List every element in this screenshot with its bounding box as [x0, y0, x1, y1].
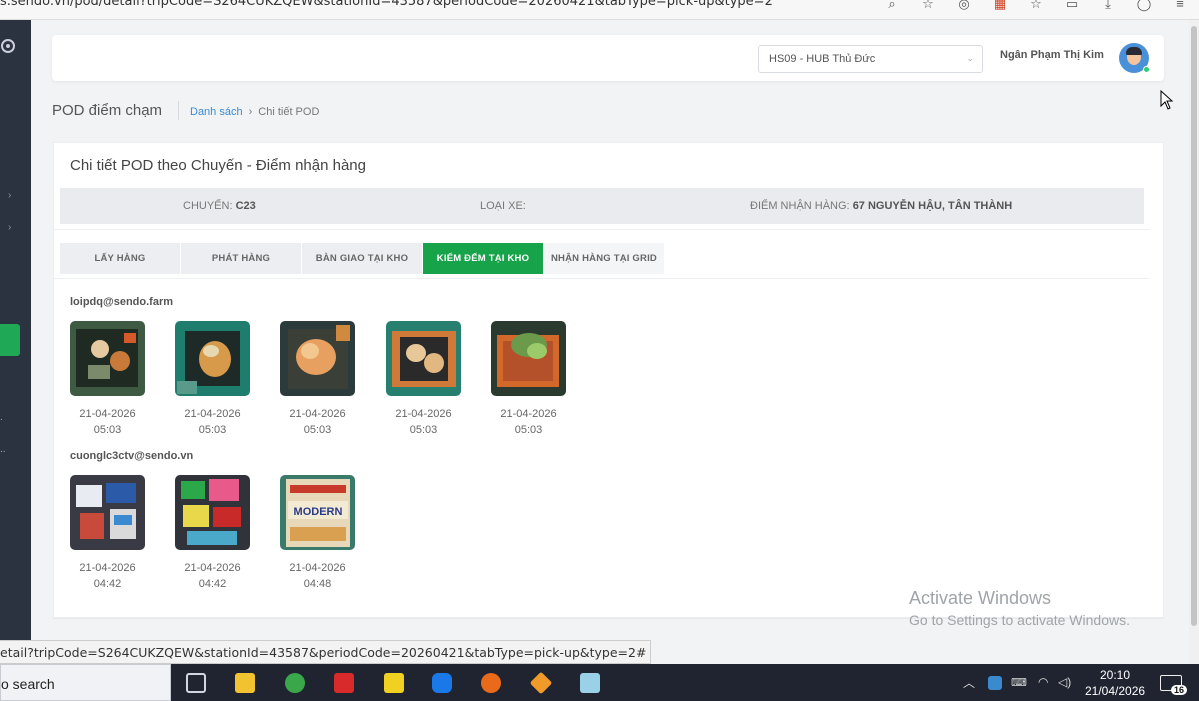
- pickup-info: ĐIỂM NHẬN HÀNG: 67 NGUYỄN HẬU, TÂN THÀNH: [750, 200, 1012, 212]
- pod-photo[interactable]: [280, 321, 355, 396]
- pod-photo[interactable]: [491, 321, 566, 396]
- sidebar-active-item[interactable]: [0, 324, 20, 356]
- user-name[interactable]: Ngân Phạm Thị Kim: [1000, 49, 1104, 61]
- pod-detail-card: Chi tiết POD theo Chuyến - Điểm nhận hàn…: [53, 142, 1164, 618]
- trip-label: CHUYẾN:: [183, 200, 233, 212]
- chevron-right-icon[interactable]: ›: [8, 190, 11, 201]
- online-status-dot: [1143, 66, 1150, 73]
- target-icon[interactable]: [1, 39, 15, 53]
- system-clock[interactable]: 20:10 21/04/2026: [1085, 667, 1145, 699]
- notepad-icon[interactable]: [580, 673, 600, 693]
- ime-icon[interactable]: ⌨: [1011, 676, 1027, 689]
- activate-windows-subtitle: Go to Settings to activate Windows.: [909, 612, 1130, 628]
- link-status-bar: etail?tripCode=S264CUKZQEW&stationId=435…: [0, 640, 652, 664]
- vehicle-info: LOẠI XE:: [480, 200, 526, 212]
- hub-select-value: HS09 - HUB Thủ Đức: [769, 53, 876, 65]
- photo-timestamp: 21-04-2026 04:48: [289, 562, 346, 590]
- photo-timestamp: 21-04-2026 05:03: [289, 408, 346, 436]
- clock-time: 20:10: [1099, 668, 1131, 682]
- notification-count: 16: [1170, 685, 1187, 695]
- chevron-right-icon[interactable]: ›: [8, 222, 11, 233]
- pickup-label: ĐIỂM NHẬN HÀNG:: [750, 200, 850, 212]
- breadcrumb-divider: [178, 101, 179, 120]
- photo-timestamp: 21-04-2026 04:42: [184, 562, 241, 590]
- notification-icon[interactable]: 16: [1160, 675, 1187, 695]
- page-title: POD điểm chạm: [52, 102, 163, 119]
- sidebar-dots: ..: [0, 444, 6, 455]
- svg-text:MODERN: MODERN: [294, 506, 343, 518]
- tab-ban-giao-tai-kho[interactable]: BÀN GIAO TẠI KHO: [302, 243, 422, 274]
- chevron-up-icon[interactable]: ︿: [963, 674, 975, 691]
- profile-icon[interactable]: ◯: [1133, 0, 1155, 10]
- tab-nhan-hang-tai-grid[interactable]: NHẬN HÀNG TẠI GRID: [544, 243, 664, 274]
- sidebar-dot: .: [0, 412, 3, 423]
- trip-info-bar: CHUYẾN: C23 LOẠI XE: ĐIỂM NHẬN HÀNG: 67 …: [60, 188, 1144, 224]
- photo-timestamp: 21-04-2026 04:42: [79, 562, 136, 590]
- file-explorer-icon[interactable]: [235, 673, 255, 693]
- app-sidebar: › › . ..: [0, 20, 31, 664]
- url-text[interactable]: s.sendo.vn/pod/detail?tripCode=S264CUKZQ…: [0, 0, 773, 9]
- sublime-icon[interactable]: [529, 671, 553, 695]
- trip-info: CHUYẾN: C23: [183, 200, 256, 212]
- top-header: HS09 - HUB Thủ Đức ⌄ Ngân Phạm Thị Kim: [52, 35, 1164, 81]
- tab-phat-hang[interactable]: PHÁT HÀNG: [181, 243, 301, 274]
- task-view-icon[interactable]: [186, 673, 206, 693]
- taskbar-search[interactable]: o search: [0, 664, 171, 701]
- chevron-down-icon: ⌄: [966, 53, 974, 63]
- download-icon[interactable]: ⤓: [1097, 0, 1119, 10]
- search-icon[interactable]: ⌕: [881, 0, 903, 10]
- photo-timestamp: 21-04-2026 05:03: [500, 408, 557, 436]
- breadcrumb-separator: ›: [248, 106, 253, 118]
- pickup-value: 67 NGUYỄN HẬU, TÂN THÀNH: [852, 200, 1013, 212]
- uploader-email: cuonglc3ctv@sendo.vn: [70, 450, 194, 462]
- breadcrumb-list-link[interactable]: Danh sách: [190, 106, 243, 118]
- pod-photo[interactable]: MODERN: [280, 475, 355, 550]
- browser-icon[interactable]: [285, 673, 305, 693]
- favorites-icon[interactable]: ☆: [1025, 0, 1047, 10]
- browser-toolbar: ⌕ ☆ ◎ ▦ ☆ ▭ ⤓ ◯ ≡: [881, 0, 1191, 20]
- shield-icon[interactable]: ◎: [953, 0, 975, 10]
- app-icon[interactable]: [481, 673, 501, 693]
- zalo-icon[interactable]: [432, 673, 452, 693]
- photo-timestamp: 21-04-2026 05:03: [184, 408, 241, 436]
- uploader-email: loipdq@sendo.farm: [70, 296, 174, 308]
- wifi-icon[interactable]: ◠: [1038, 675, 1048, 689]
- hub-select[interactable]: HS09 - HUB Thủ Đức ⌄: [758, 45, 983, 73]
- sticky-notes-icon[interactable]: [384, 673, 404, 693]
- page-scrollbar[interactable]: [1189, 20, 1199, 664]
- star-icon[interactable]: ☆: [917, 0, 939, 10]
- breadcrumb-current: Chi tiết POD: [258, 106, 320, 118]
- pod-photo[interactable]: [386, 321, 461, 396]
- breadcrumb: Danh sách › Chi tiết POD: [190, 106, 319, 118]
- trip-value: C23: [235, 200, 256, 212]
- tab-kiem-dem-tai-kho[interactable]: KIỂM ĐẾM TẠI KHO: [423, 243, 543, 274]
- wps-icon[interactable]: [334, 673, 354, 693]
- split-icon[interactable]: ▭: [1061, 0, 1083, 10]
- volume-icon[interactable]: ◁): [1058, 675, 1071, 689]
- divider: [54, 278, 1149, 279]
- browser-url-bar[interactable]: s.sendo.vn/pod/detail?tripCode=S264CUKZQ…: [0, 0, 1199, 20]
- pod-photo[interactable]: [175, 321, 250, 396]
- extension-icon[interactable]: ▦: [989, 0, 1011, 10]
- activate-windows-title: Activate Windows: [909, 588, 1052, 608]
- photo-timestamp: 21-04-2026 05:03: [395, 408, 452, 436]
- tab-lay-hang[interactable]: LẤY HÀNG: [60, 243, 180, 274]
- mouse-cursor-icon: [1160, 90, 1174, 110]
- card-title: Chi tiết POD theo Chuyến - Điểm nhận hàn…: [70, 157, 366, 174]
- vehicle-label: LOẠI XE:: [480, 200, 526, 212]
- windows-taskbar: o search ︿ ⌨ ◠ ◁) 20:10 21/04/2026 16: [0, 664, 1199, 701]
- pod-photo[interactable]: [175, 475, 250, 550]
- pod-photo[interactable]: [70, 321, 145, 396]
- pod-photo[interactable]: [70, 475, 145, 550]
- divider: [54, 229, 1149, 230]
- scrollbar-thumb[interactable]: [1191, 26, 1197, 626]
- menu-icon[interactable]: ≡: [1169, 0, 1191, 10]
- cloud-icon[interactable]: [988, 676, 1002, 690]
- pod-tabs: LẤY HÀNG PHÁT HÀNG BÀN GIAO TẠI KHO KIỂM…: [60, 243, 665, 274]
- clock-date: 21/04/2026: [1085, 684, 1146, 698]
- photo-timestamp: 21-04-2026 05:03: [79, 408, 136, 436]
